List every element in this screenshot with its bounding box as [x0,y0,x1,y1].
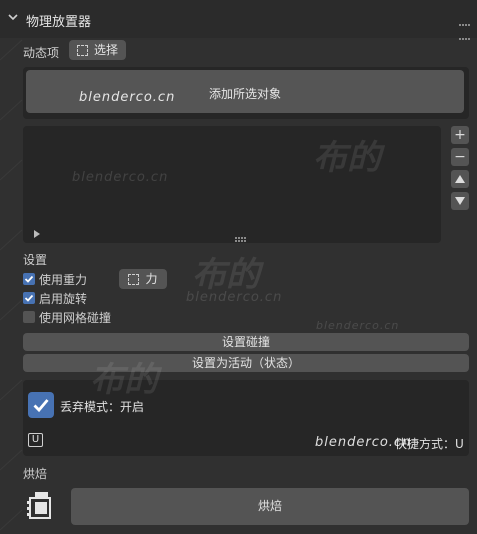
force-button[interactable]: 力 [119,269,167,289]
checkmark-icon [33,399,49,413]
set-collision-button[interactable]: 设置碰撞 [23,333,469,351]
drop-mode-checkbox[interactable] [28,392,54,418]
select-button[interactable]: 选择 [69,40,126,60]
watermark-url: blenderco.cn [316,319,400,332]
box-select-icon [128,274,140,285]
object-list[interactable] [23,126,441,243]
drag-grip-icon[interactable] [459,17,473,40]
checkmark-icon [24,294,34,302]
set-active-button-label: 设置为活动（状态） [191,356,300,370]
select-button-label: 选择 [93,43,118,57]
box-select-icon [76,45,88,56]
shortcut-label: 快捷方式：U [395,437,464,451]
bake-section-label: 烘焙 [23,467,48,481]
set-active-button[interactable]: 设置为活动（状态） [23,354,469,372]
watermark-url: blenderco.cn [186,290,283,305]
add-selected-button[interactable]: 添加所选对象 [26,70,464,113]
expand-arrow-icon[interactable] [34,230,40,238]
plus-icon: + [454,127,466,143]
drop-mode-box: 丢弃模式：开启 U 快捷方式：U [23,380,469,456]
chevron-down-icon[interactable] [8,12,18,22]
panel-header[interactable]: 物理放置器 [0,0,477,40]
checkmark-icon [24,275,34,283]
triangle-up-icon [455,175,465,183]
key-u-icon: U [28,433,43,447]
force-button-label: 力 [145,272,158,286]
panel-title: 物理放置器 [26,15,92,30]
settings-section-label: 设置 [23,253,48,267]
minus-icon: − [454,149,466,165]
use-gravity-checkbox[interactable] [23,273,35,285]
add-item-button[interactable]: + [451,126,469,144]
drop-mode-label: 丢弃模式：开启 [60,400,145,414]
set-collision-button-label: 设置碰撞 [221,335,270,349]
resize-grip-icon[interactable] [235,232,247,242]
key-u-label: U [31,434,40,445]
use-gravity-label: 使用重力 [39,273,88,287]
move-up-button[interactable] [451,170,469,188]
triangle-down-icon [455,197,465,205]
watermark-brand: 布的 [192,255,260,295]
move-down-button[interactable] [451,192,469,210]
bake-button-label: 烘焙 [257,499,282,513]
add-selected-container: 添加所选对象 [23,67,469,119]
use-mesh-collision-label: 使用网格碰撞 [39,311,112,325]
active-item-label: 动态项 [23,46,60,60]
remove-item-button[interactable]: − [451,148,469,166]
enable-rotation-checkbox[interactable] [23,292,35,304]
use-mesh-collision-checkbox[interactable] [23,311,35,323]
add-selected-button-label: 添加所选对象 [208,87,281,101]
film-cache-icon [27,492,51,519]
enable-rotation-label: 启用旋转 [39,292,88,306]
bake-button[interactable]: 烘焙 [71,488,469,525]
